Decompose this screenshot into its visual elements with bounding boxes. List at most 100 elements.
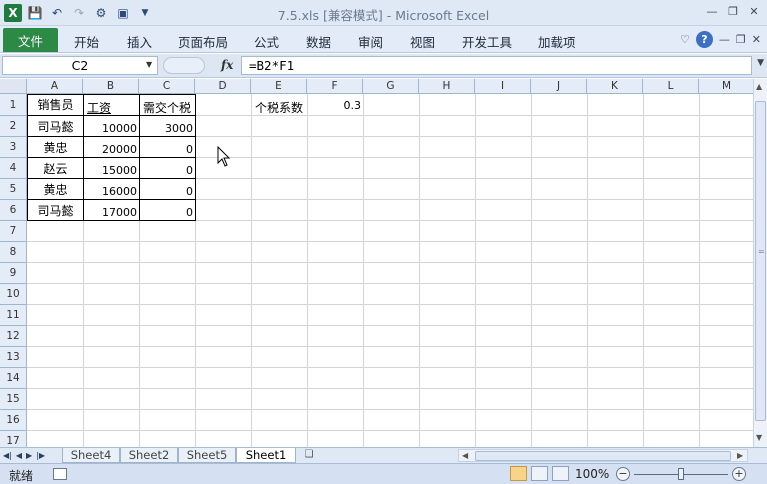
column-header-d[interactable]: D (195, 79, 251, 94)
scroll-down-icon[interactable]: ▼ (756, 433, 762, 442)
tab-formulas[interactable]: 公式 (254, 32, 279, 51)
name-box[interactable]: C2 (2, 56, 158, 75)
expand-formula-bar-icon[interactable]: ▼ (757, 58, 764, 68)
horizontal-scroll-thumb[interactable] (475, 451, 731, 461)
tab-developer[interactable]: 开发工具 (462, 32, 512, 51)
sheet-tab-sheet4[interactable]: Sheet4 (62, 448, 120, 463)
cell-e1[interactable]: 个税系数 (252, 99, 307, 116)
macro-record-icon[interactable] (53, 468, 67, 480)
doc-restore-icon[interactable]: ❐ (736, 33, 746, 46)
cell-b4[interactable]: 15000 (84, 164, 139, 177)
name-box-dropdown-icon[interactable]: ▼ (146, 60, 152, 69)
zoom-level[interactable]: 100% (575, 467, 609, 481)
row-header-12[interactable]: 12 (0, 326, 27, 347)
page-break-view-icon[interactable] (552, 466, 569, 481)
cell-b5[interactable]: 16000 (84, 185, 139, 198)
doc-close-icon[interactable]: ✕ (752, 33, 761, 46)
tab-home[interactable]: 开始 (74, 32, 99, 51)
cell-c1[interactable]: 需交个税 (140, 99, 195, 116)
cell-a1[interactable]: 销售员 (28, 96, 83, 113)
next-sheet-icon[interactable]: ▶ (26, 449, 32, 462)
minimize-icon[interactable]: — (703, 3, 721, 19)
zoom-slider-thumb[interactable] (678, 468, 684, 480)
first-sheet-icon[interactable]: ◀| (3, 449, 12, 462)
column-header-l[interactable]: L (643, 79, 699, 94)
column-header-a[interactable]: A (27, 79, 83, 94)
row-header-9[interactable]: 9 (0, 263, 27, 284)
row-header-3[interactable]: 3 (0, 137, 27, 158)
row-header-5[interactable]: 5 (0, 179, 27, 200)
row-header-8[interactable]: 8 (0, 242, 27, 263)
sheet-tab-sheet1[interactable]: Sheet1 (236, 448, 296, 463)
row-header-15[interactable]: 15 (0, 389, 27, 410)
insert-function-icon[interactable]: fx (221, 58, 233, 72)
row-header-17[interactable]: 17 (0, 431, 27, 447)
select-all-corner[interactable] (0, 79, 27, 94)
tab-view[interactable]: 视图 (410, 32, 435, 51)
tab-insert[interactable]: 插入 (127, 32, 152, 51)
row-header-10[interactable]: 10 (0, 284, 27, 305)
zoom-out-icon[interactable]: − (616, 467, 630, 481)
cell-c2[interactable]: 3000 (140, 122, 195, 135)
row-header-11[interactable]: 11 (0, 305, 27, 326)
cell-c4[interactable]: 0 (140, 164, 195, 177)
row-header-13[interactable]: 13 (0, 347, 27, 368)
cell-f1[interactable]: 0.3 (308, 99, 363, 112)
tab-page-layout[interactable]: 页面布局 (178, 32, 228, 51)
column-header-e[interactable]: E (251, 79, 307, 94)
cell-a6[interactable]: 司马懿 (28, 202, 83, 219)
cell-a4[interactable]: 赵云 (28, 160, 83, 177)
column-header-i[interactable]: I (475, 79, 531, 94)
sheet-tab-sheet5[interactable]: Sheet5 (178, 448, 236, 463)
doc-minimize-icon[interactable]: — (719, 33, 730, 46)
column-header-k[interactable]: K (587, 79, 643, 94)
scroll-right-icon[interactable]: ▶ (737, 450, 743, 461)
zoom-in-icon[interactable]: + (732, 467, 746, 481)
column-header-b[interactable]: B (83, 79, 139, 94)
cell-b6[interactable]: 17000 (84, 206, 139, 219)
formula-input[interactable]: =B2*F1 (241, 56, 752, 75)
scroll-left-icon[interactable]: ◀ (462, 450, 468, 461)
cell-b1[interactable]: 工资 (84, 99, 139, 116)
cell-c5[interactable]: 0 (140, 185, 195, 198)
minimize-ribbon-icon[interactable]: ♡ (680, 33, 690, 46)
row-header-1[interactable]: 1 (0, 94, 27, 116)
help-icon[interactable]: ? (695, 31, 713, 48)
row-header-16[interactable]: 16 (0, 410, 27, 431)
column-header-g[interactable]: G (363, 79, 419, 94)
tab-add-ins[interactable]: 加载项 (538, 32, 576, 51)
horizontal-scrollbar[interactable]: ◀ ▶ (458, 449, 748, 462)
sheet-tab-sheet2[interactable]: Sheet2 (120, 448, 178, 463)
worksheet-grid[interactable]: A B C D E F G H I J K L M 1 2 3 4 5 6 7 … (0, 79, 753, 447)
prev-sheet-icon[interactable]: ◀ (16, 449, 22, 462)
cell-c3[interactable]: 0 (140, 143, 195, 156)
cell-b3[interactable]: 20000 (84, 143, 139, 156)
row-header-14[interactable]: 14 (0, 368, 27, 389)
insert-sheet-icon[interactable]: ❏ (300, 449, 318, 462)
row-header-7[interactable]: 7 (0, 221, 27, 242)
last-sheet-icon[interactable]: |▶ (36, 449, 45, 462)
normal-view-icon[interactable] (510, 466, 527, 481)
vertical-scrollbar[interactable]: ▲ ▼ (753, 79, 767, 447)
tab-review[interactable]: 审阅 (358, 32, 383, 51)
cell-a5[interactable]: 黄忠 (28, 181, 83, 198)
close-icon[interactable]: ✕ (745, 3, 763, 19)
column-header-h[interactable]: H (419, 79, 475, 94)
page-layout-view-icon[interactable] (531, 466, 548, 481)
tab-file[interactable]: 文件 (3, 28, 58, 52)
cell-a3[interactable]: 黄忠 (28, 139, 83, 156)
column-header-j[interactable]: J (531, 79, 587, 94)
vertical-scroll-thumb[interactable] (755, 101, 766, 421)
row-header-4[interactable]: 4 (0, 158, 27, 179)
restore-icon[interactable]: ❐ (724, 3, 742, 19)
cell-a2[interactable]: 司马懿 (28, 118, 83, 135)
tab-data[interactable]: 数据 (306, 32, 331, 51)
column-header-m[interactable]: M (699, 79, 753, 94)
cell-b2[interactable]: 10000 (84, 122, 139, 135)
row-header-2[interactable]: 2 (0, 116, 27, 137)
row-header-6[interactable]: 6 (0, 200, 27, 221)
column-header-c[interactable]: C (139, 79, 195, 94)
scroll-up-icon[interactable]: ▲ (756, 82, 762, 91)
cell-c6[interactable]: 0 (140, 206, 195, 219)
column-header-f[interactable]: F (307, 79, 363, 94)
